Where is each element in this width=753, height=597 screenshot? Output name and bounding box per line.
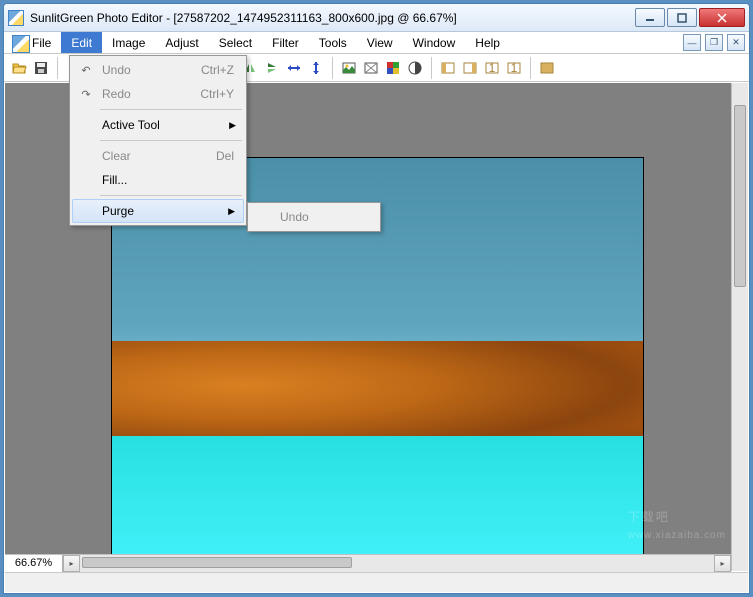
menu-file[interactable]: File: [8, 32, 61, 53]
edit-active-tool[interactable]: Active Tool▶: [72, 113, 244, 137]
app-window: SunlitGreen Photo Editor - [27587202_147…: [3, 3, 750, 594]
edit-purge[interactable]: Purge▶: [72, 199, 244, 223]
scroll-thumb[interactable]: [82, 557, 352, 568]
scroll-left-button[interactable]: ▸: [63, 555, 80, 572]
resize-horizontal-icon[interactable]: [285, 59, 303, 77]
menu-image[interactable]: Image: [102, 32, 155, 53]
purge-submenu: Undo: [247, 202, 381, 232]
edit-redo[interactable]: ↷ RedoCtrl+Y: [72, 82, 244, 106]
status-bar: [5, 572, 748, 592]
palette-icon[interactable]: [384, 59, 402, 77]
vertical-scrollbar[interactable]: [731, 83, 748, 571]
maximize-button[interactable]: [667, 8, 697, 27]
panel-left-icon[interactable]: [439, 59, 457, 77]
menu-view[interactable]: View: [357, 32, 403, 53]
submenu-arrow-icon: ▶: [228, 206, 235, 217]
panel-full-icon[interactable]: [538, 59, 556, 77]
svg-text:1: 1: [511, 61, 518, 75]
flip-vertical-icon[interactable]: [263, 59, 281, 77]
menu-bar: File Edit Image Adjust Select Filter Too…: [4, 32, 749, 54]
photo-icon[interactable]: [340, 59, 358, 77]
save-icon[interactable]: [32, 59, 50, 77]
toolbar-separator: [332, 57, 333, 79]
mdi-controls: — ❐ ✕: [683, 34, 745, 51]
svg-text:1: 1: [489, 61, 496, 75]
menu-adjust[interactable]: Adjust: [155, 32, 208, 53]
toolbar-separator: [431, 57, 432, 79]
panel-two-icon[interactable]: 1: [505, 59, 523, 77]
undo-icon: ↶: [78, 64, 94, 77]
app-icon: [8, 10, 24, 26]
panel-right-icon[interactable]: [461, 59, 479, 77]
edit-dropdown: ↶ UndoCtrl+Z ↷ RedoCtrl+Y Active Tool▶ C…: [69, 55, 247, 226]
window-controls: [633, 8, 745, 27]
purge-undo[interactable]: Undo: [250, 205, 378, 229]
open-icon[interactable]: [10, 59, 28, 77]
toolbar-separator: [57, 57, 58, 79]
menu-tools[interactable]: Tools: [309, 32, 357, 53]
filter-icon[interactable]: [362, 59, 380, 77]
menu-separator: [100, 140, 242, 141]
half-icon[interactable]: [406, 59, 424, 77]
scroll-right-button[interactable]: ▸: [714, 555, 731, 572]
mdi-minimize-button[interactable]: —: [683, 34, 701, 51]
menu-separator: [100, 195, 242, 196]
title-bar: SunlitGreen Photo Editor - [27587202_147…: [4, 4, 749, 32]
submenu-arrow-icon: ▶: [229, 120, 236, 131]
edit-clear[interactable]: ClearDel: [72, 144, 244, 168]
toolbar-separator: [530, 57, 531, 79]
mdi-restore-button[interactable]: ❐: [705, 34, 723, 51]
mdi-close-button[interactable]: ✕: [727, 34, 745, 51]
menu-help[interactable]: Help: [465, 32, 510, 53]
edit-fill[interactable]: Fill...: [72, 168, 244, 192]
menu-separator: [100, 109, 242, 110]
zoom-level[interactable]: 66.67%: [5, 555, 63, 572]
close-button[interactable]: [699, 8, 745, 27]
menu-window[interactable]: Window: [403, 32, 466, 53]
menu-select[interactable]: Select: [209, 32, 262, 53]
bottom-scroll-area: 66.67% ▸ ▸: [5, 554, 731, 571]
window-title: SunlitGreen Photo Editor - [27587202_147…: [30, 11, 633, 25]
resize-vertical-icon[interactable]: [307, 59, 325, 77]
minimize-button[interactable]: [635, 8, 665, 27]
edit-undo[interactable]: ↶ UndoCtrl+Z: [72, 58, 244, 82]
horizontal-scrollbar[interactable]: [80, 555, 714, 572]
redo-icon: ↷: [78, 88, 94, 101]
menu-edit[interactable]: Edit: [61, 32, 102, 53]
panel-one-icon[interactable]: 1: [483, 59, 501, 77]
menu-filter[interactable]: Filter: [262, 32, 309, 53]
